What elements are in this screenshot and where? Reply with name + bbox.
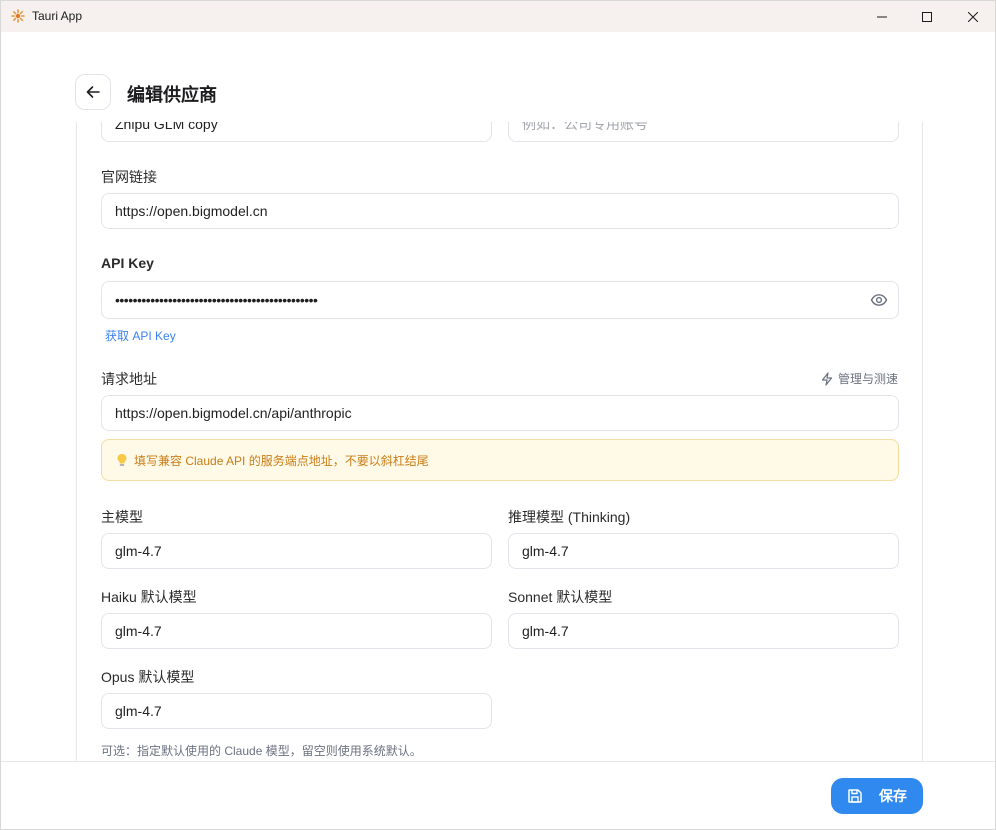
main-model-label: 主模型 <box>101 509 143 525</box>
footer-divider <box>1 761 995 762</box>
sonnet-model-input[interactable]: glm-4.7 <box>508 613 899 649</box>
minimize-button[interactable] <box>859 1 905 32</box>
manage-speedtest-label: 管理与测速 <box>838 372 899 386</box>
main-model-value: glm-4.7 <box>115 543 162 559</box>
provider-name-input[interactable]: Zhipu GLM copy <box>101 122 492 142</box>
haiku-model-value: glm-4.7 <box>115 623 162 639</box>
maximize-button[interactable] <box>904 1 950 32</box>
save-label: 保存 <box>879 788 907 804</box>
endpoint-label: 请求地址 <box>101 371 157 387</box>
window-title: Tauri App <box>32 9 83 23</box>
endpoint-hint: 填写兼容 Claude API 的服务端点地址，不要以斜杠结尾 <box>101 439 899 481</box>
show-password-toggle[interactable] <box>870 291 888 312</box>
provider-note-placeholder: 例如：公司专用账号 <box>522 122 648 132</box>
maximize-icon <box>922 11 932 22</box>
thinking-model-label: 推理模型 (Thinking) <box>508 509 631 525</box>
thinking-model-input[interactable]: glm-4.7 <box>508 533 899 569</box>
endpoint-hint-text: 填写兼容 Claude API 的服务端点地址，不要以斜杠结尾 <box>134 453 429 468</box>
endpoint-input[interactable]: https://open.bigmodel.cn/api/anthropic <box>101 395 899 431</box>
close-icon <box>968 11 978 22</box>
website-value: https://open.bigmodel.cn <box>115 203 268 219</box>
main-model-input[interactable]: glm-4.7 <box>101 533 492 569</box>
save-icon <box>848 789 862 803</box>
website-input[interactable]: https://open.bigmodel.cn <box>101 193 899 229</box>
thinking-model-value: glm-4.7 <box>522 543 569 559</box>
api-key-input[interactable]: ••••••••••••••••••••••••••••••••••••••••… <box>101 281 899 319</box>
sonnet-model-label: Sonnet 默认模型 <box>508 589 613 605</box>
opus-model-label: Opus 默认模型 <box>101 669 195 685</box>
save-button[interactable]: 保存 <box>831 778 923 814</box>
opus-model-input[interactable]: glm-4.7 <box>101 693 492 729</box>
models-note: 可选：指定默认使用的 Claude 模型，留空则使用系统默认。 <box>101 744 422 758</box>
provider-name-value: Zhipu GLM copy <box>115 122 218 132</box>
provider-note-input[interactable]: 例如：公司专用账号 <box>508 122 899 142</box>
back-button[interactable] <box>75 74 111 110</box>
form-panel[interactable]: Zhipu GLM copy 例如：公司专用账号 官网链接 https://op… <box>76 122 923 762</box>
eye-icon <box>870 294 888 306</box>
api-key-value: ••••••••••••••••••••••••••••••••••••••••… <box>115 292 318 308</box>
arrow-left-icon <box>86 86 100 98</box>
close-button[interactable] <box>950 1 995 32</box>
api-key-label: API Key <box>101 255 154 271</box>
sonnet-model-value: glm-4.7 <box>522 623 569 639</box>
manage-speedtest-link[interactable]: 管理与测速 <box>820 370 898 387</box>
haiku-model-input[interactable]: glm-4.7 <box>101 613 492 649</box>
title-bar: Tauri App <box>1 1 995 32</box>
lightning-icon <box>821 371 833 386</box>
lightbulb-icon <box>117 454 127 466</box>
opus-model-value: glm-4.7 <box>115 703 162 719</box>
page-title: 编辑供应商 <box>127 85 217 105</box>
minimize-icon <box>877 16 887 17</box>
website-label: 官网链接 <box>101 169 157 185</box>
get-api-key-link[interactable]: 获取 API Key <box>105 327 176 344</box>
app-window: Tauri App 编辑供应商 Zhipu GLM copy 例如：公司专用账号… <box>0 0 996 830</box>
haiku-model-label: Haiku 默认模型 <box>101 589 197 605</box>
endpoint-value: https://open.bigmodel.cn/api/anthropic <box>115 405 352 421</box>
tauri-app-icon <box>11 9 25 23</box>
